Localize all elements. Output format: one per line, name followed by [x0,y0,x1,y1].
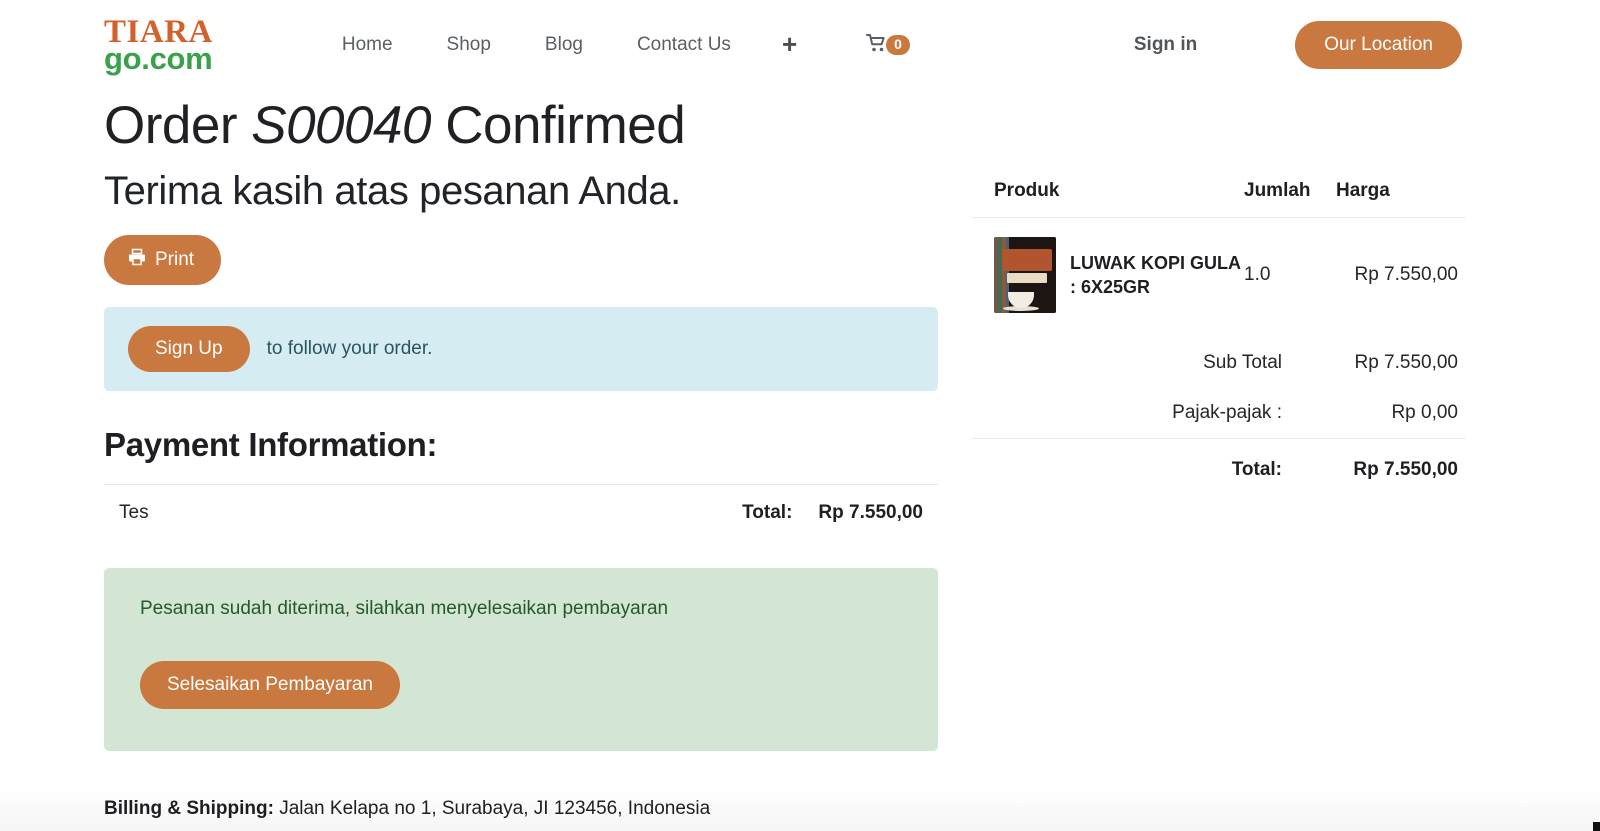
payment-method-label: Tes [119,501,149,523]
table-row: LUWAK KOPI GULA : 6X25GR 1.0 Rp 7.550,00 [972,218,1466,333]
payment-row: Tes Total: Rp 7.550,00 [104,502,938,524]
tax-row: Pajak-pajak : Rp 0,00 [972,388,1466,438]
printer-icon [128,248,146,272]
cart-button[interactable]: 0 [866,33,910,58]
subtotal-row: Sub Total Rp 7.550,00 [972,338,1466,388]
order-summary-panel: Produk Jumlah Harga LUWAK KOPI GULA: 6X… [972,180,1466,495]
print-button[interactable]: Print [104,234,222,285]
page-title: Order S00040 Confirmed [104,96,938,157]
complete-payment-button[interactable]: Selesaikan Pembayaran [140,660,400,709]
billing-and-shipping: Billing & Shipping: Jalan Kelapa no 1, S… [104,798,710,820]
site-logo[interactable]: TIARA go.com [104,15,213,76]
our-location-button[interactable]: Our Location [1295,21,1462,69]
product-thumbnail-image [994,237,1056,313]
nav-item-home[interactable]: Home [315,34,420,56]
order-main-content: Order S00040 Confirmed Terima kasih atas… [104,96,938,751]
order-number: S00040 [251,96,431,155]
sign-up-button[interactable]: Sign Up [128,325,250,372]
order-title-suffix: Confirmed [445,96,686,155]
order-summary-table: Produk Jumlah Harga LUWAK KOPI GULA: 6X… [972,180,1466,332]
logo-text-bottom: go.com [104,40,213,76]
payment-total-value: Rp 7.550,00 [818,501,923,523]
column-header-quantity: Jumlah [1244,180,1311,201]
site-header: TIARA go.com Home Shop Blog Contact Us +… [0,0,1600,90]
subtotal-value: Rp 7.550,00 [1354,352,1458,373]
subtotal-label: Sub Total [1203,352,1282,373]
sign-in-link[interactable]: Sign in [1134,34,1197,56]
product-price: Rp 7.550,00 [1354,264,1458,285]
nav-item-shop[interactable]: Shop [420,34,518,56]
payment-information-heading: Payment Information: [104,425,438,463]
order-confirmation-page: TIARA go.com Home Shop Blog Contact Us +… [0,0,1600,831]
page-subtitle: Terima kasih atas pesanan Anda. [104,168,681,213]
billing-label: Billing & Shipping: [104,798,274,819]
corner-marker [1593,822,1600,831]
order-title-prefix: Order [104,96,237,155]
nav-item-contact-us[interactable]: Contact Us [610,34,758,56]
payment-total-label: Total: [742,501,793,523]
product-cell: LUWAK KOPI GULA : 6X25GR [972,218,1244,333]
signup-alert: Sign Up to follow your order. [104,306,938,391]
summary-table-head: Produk Jumlah Harga [972,180,1466,218]
status-alert-message: Pesanan sudah diterima, silahkan menyele… [140,597,669,619]
print-button-label: Print [155,248,195,270]
plus-icon[interactable]: + [758,31,821,57]
grand-total-value: Rp 7.550,00 [1353,459,1458,480]
tax-value: Rp 0,00 [1391,402,1458,423]
summary-table-body: LUWAK KOPI GULA : 6X25GR 1.0 Rp 7.550,00 [972,218,1466,333]
header-actions: Sign in Our Location [1134,21,1462,69]
column-header-product: Produk [994,180,1060,201]
status-alert: Pesanan sudah diterima, silahkan menyele… [104,567,938,751]
grand-total-label: Total: [1231,459,1282,480]
summary-header-row: Produk Jumlah Harga [972,180,1466,218]
product-name: LUWAK KOPI GULA : 6X25GR [1070,252,1241,297]
nav-item-blog[interactable]: Blog [518,34,610,56]
payment-divider [104,483,938,485]
product-quantity: 1.0 [1244,264,1271,285]
column-header-price: Harga [1336,180,1390,201]
cart-count-badge: 0 [886,34,910,56]
tax-label: Pajak-pajak : [1172,402,1282,423]
signup-alert-text: to follow your order. [266,337,433,359]
payment-total-group: Total: Rp 7.550,00 [742,502,923,524]
main-navigation: Home Shop Blog Contact Us + 0 [315,31,910,58]
billing-address: Jalan Kelapa no 1, Surabaya, JI 123456, … [279,798,711,819]
grand-total-row: Total: Rp 7.550,00 [972,438,1466,495]
summary-totals: Sub Total Rp 7.550,00 Pajak-pajak : Rp 0… [972,338,1466,495]
